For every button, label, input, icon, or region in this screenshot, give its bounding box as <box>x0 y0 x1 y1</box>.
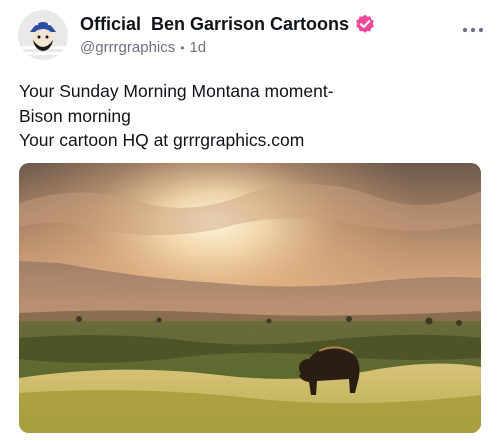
ellipsis-horizontal-icon[interactable] <box>462 22 484 33</box>
meta-row: @grrrgraphics • 1d <box>80 39 375 56</box>
post-timestamp[interactable]: 1d <box>189 39 206 56</box>
post-photo[interactable] <box>19 163 481 433</box>
post-text-line: Bison morning <box>19 105 131 126</box>
post-header: Official Ben Garrison Cartoons @grrrgrap… <box>80 12 375 56</box>
avatar[interactable] <box>18 10 68 60</box>
name-row: Official Ben Garrison Cartoons <box>80 12 375 36</box>
meta-separator: • <box>180 40 185 55</box>
post-text: Your Sunday Morning Montana moment- Biso… <box>19 79 334 153</box>
verified-badge-icon <box>355 14 375 34</box>
post-text-line: Your Sunday Morning Montana moment- <box>19 81 334 101</box>
author-handle[interactable]: @grrrgraphics <box>80 39 175 56</box>
post-text-line: Your cartoon HQ at grrrgraphics.com <box>19 130 305 150</box>
author-name[interactable]: Official Ben Garrison Cartoons <box>80 14 349 35</box>
